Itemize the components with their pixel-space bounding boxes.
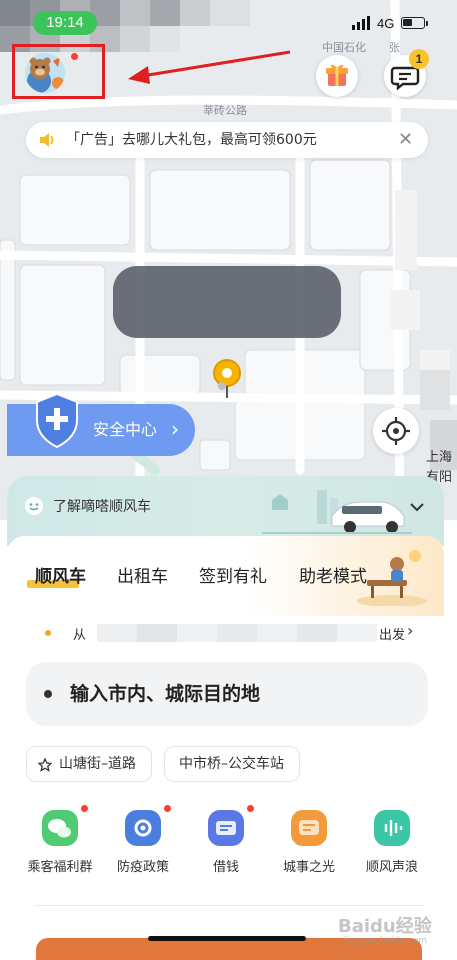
star-outline-icon (38, 758, 52, 772)
shield-plus-icon (36, 392, 78, 449)
safety-chevron-icon: › (171, 417, 179, 441)
annotation-arrow (128, 50, 291, 84)
avatar-highlight-box (12, 44, 105, 99)
sound-wave-icon (374, 810, 410, 846)
wechat-group-icon (42, 805, 88, 846)
recent-trip-chevron-icon: › (407, 621, 414, 640)
service-label: 乘客福利群 (27, 860, 93, 875)
location-pin-icon (213, 359, 241, 398)
service-epidemic-policy[interactable]: 防疫政策 (107, 805, 179, 875)
cellular-signal-icon (352, 16, 370, 30)
status-bar: 19:14 4G (0, 0, 457, 44)
destination-placeholder: 输入市内、城际目的地 (70, 683, 261, 705)
avatar[interactable] (25, 53, 65, 93)
watermark: Baidu经验 (338, 916, 432, 937)
recent-trip-dot (45, 630, 51, 636)
avatar-notification-dot (71, 53, 78, 60)
service-notification-dot (164, 805, 171, 812)
crosshair-icon (382, 417, 410, 445)
quick-place-label: 山塘街–道路 (59, 756, 136, 772)
message-count-badge: 1 (409, 49, 429, 69)
tab-checkin[interactable]: 签到有礼 (199, 562, 267, 587)
battery-icon (401, 17, 425, 29)
tab-taxi[interactable]: 出租车 (117, 562, 168, 587)
tabs-illustration (357, 550, 427, 606)
service-city-light[interactable]: 城事之光 (273, 810, 345, 875)
service-label: 顺风声浪 (365, 860, 418, 875)
wallet-card-icon (208, 805, 254, 846)
recent-trip-end: 出发 (379, 628, 406, 643)
battery-tip (426, 21, 428, 26)
gift-button[interactable] (316, 55, 358, 97)
map-label-poi2: 张 (389, 41, 400, 54)
app-screen: 19:14 4G 中国石化 张 莘砖公路 上海 有阳 1 「广告」去哪儿大礼包，… (0, 0, 457, 960)
service-label: 城事之光 (282, 860, 335, 875)
quick-place-zhongshiqiao[interactable]: 中市桥–公交车站 (164, 746, 300, 782)
ad-text: 「广告」去哪儿大礼包，最高可领600元 (66, 132, 317, 148)
quick-place-shantang[interactable]: 山塘街–道路 (26, 746, 152, 782)
recent-trip[interactable]: 从 出发 › (25, 621, 435, 644)
map-label-road: 莘砖公路 (203, 104, 247, 117)
service-label: 防疫政策 (116, 860, 169, 875)
locate-button[interactable] (373, 408, 419, 454)
chevron-down-icon[interactable] (409, 501, 425, 513)
divider (34, 905, 424, 906)
shield-settings-icon (125, 805, 171, 846)
service-borrow-money[interactable]: 借钱 (190, 805, 262, 875)
destination-dot (44, 690, 52, 698)
home-indicator[interactable] (148, 936, 306, 941)
safety-center-button[interactable]: 安全中心 › (7, 392, 195, 456)
speaker-icon (40, 133, 54, 147)
network-type: 4G (377, 16, 395, 31)
safety-center-label: 安全中心 (93, 420, 158, 439)
learn-text: 了解嘀嗒顺风车 (53, 499, 151, 515)
bear-avatar-icon (25, 53, 65, 93)
status-time: 19:14 (33, 11, 97, 35)
service-sound-wave[interactable]: 顺风声浪 (356, 810, 428, 875)
service-notification-dot (81, 805, 88, 812)
map-label-edge-1: 上海 (426, 450, 453, 465)
car-illustration (262, 490, 412, 534)
service-passenger-group[interactable]: 乘客福利群 (24, 805, 96, 875)
watermark-url: jingyan.baidu.com (344, 936, 428, 946)
gift-icon (326, 64, 348, 86)
ad-close-icon[interactable]: ✕ (398, 122, 413, 158)
chat-bubble-icon (291, 810, 327, 846)
service-label: 借钱 (212, 860, 239, 875)
blurred-location-card (113, 266, 341, 338)
service-notification-dot (247, 805, 254, 812)
quick-place-label: 中市桥–公交车站 (179, 756, 284, 772)
smile-icon (25, 497, 43, 515)
ad-banner[interactable]: 「广告」去哪儿大礼包，最高可领600元 ✕ (26, 122, 428, 158)
recent-trip-start: 从 (73, 628, 87, 643)
tab-shunfengche[interactable]: 顺风车 (35, 562, 86, 587)
destination-input[interactable]: 输入市内、城际目的地 (26, 662, 428, 726)
pixelated-trip-address (97, 624, 377, 642)
map-label-poi: 中国石化 (322, 41, 366, 54)
